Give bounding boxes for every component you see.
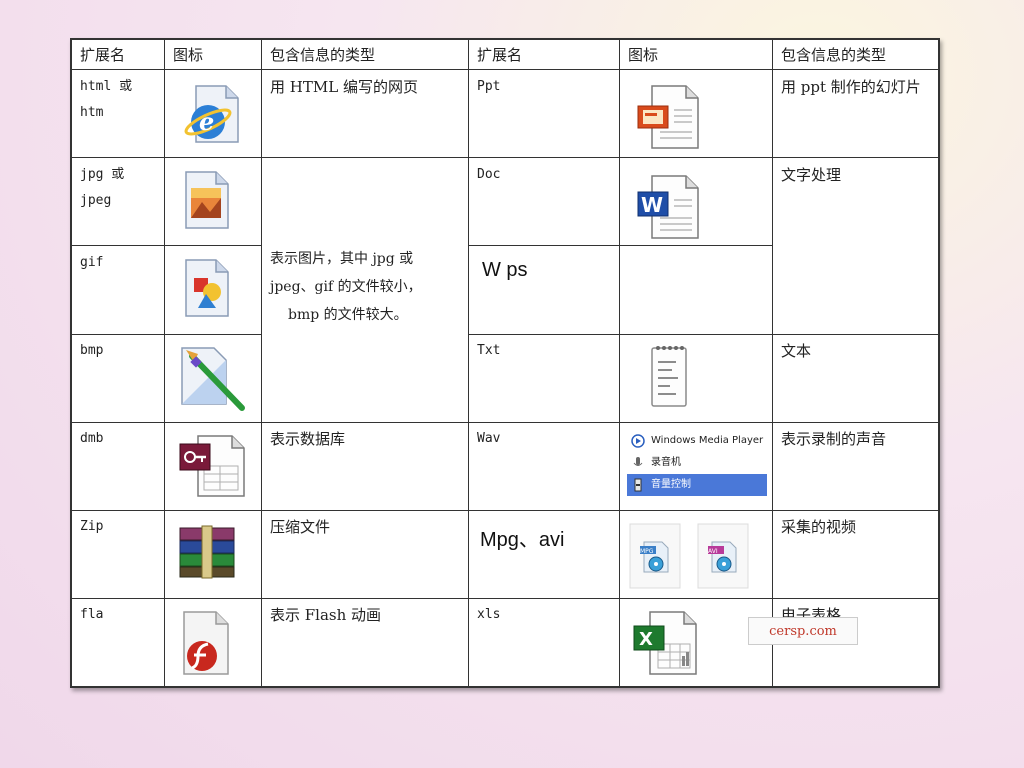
header-icon: 图标 <box>173 46 204 64</box>
header-info-type: 包含信息的类型 <box>270 46 376 64</box>
grid-line <box>938 38 940 688</box>
info-image-line: 表示图片，其中 jpg 或 <box>270 251 414 267</box>
ext-mpg-avi: Mpg、avi <box>470 520 618 560</box>
avi-file-icon <box>697 523 749 589</box>
info-image-formats: 表示图片，其中 jpg 或 jpeg、gif 的文件较小， bmp 的文件较大。 <box>262 243 468 343</box>
ext-wps: W ps <box>470 250 618 290</box>
microphone-icon <box>633 457 643 466</box>
grid-line <box>70 598 940 599</box>
info-wav: 表示录制的声音 <box>781 430 887 448</box>
grid-line <box>70 245 261 246</box>
header-extension-2: 扩展名 <box>477 46 523 64</box>
ie-html-file-icon: e <box>182 82 242 150</box>
grid-line <box>70 157 940 158</box>
grid-line <box>70 422 940 423</box>
menu-item-wmp: Windows Media Player <box>627 430 767 452</box>
header-icon-2: 图标 <box>628 46 659 64</box>
ext-zip: Zip <box>80 519 104 534</box>
ext-xls: xls <box>477 607 501 622</box>
notepad-text-file-icon <box>648 340 692 414</box>
menu-item-recorder: 录音机 <box>627 452 767 474</box>
file-extension-table: 扩展名 图标 包含信息的类型 扩展名 图标 包含信息的类型 html 或 htm… <box>70 38 940 688</box>
winrar-archive-icon <box>176 524 240 584</box>
info-dmb: 表示数据库 <box>270 430 346 448</box>
menu-item-volume: 音量控制 <box>627 474 767 496</box>
excel-file-icon: X <box>630 608 702 684</box>
ext-ppt: Ppt <box>477 79 501 94</box>
svg-text:e: e <box>199 107 214 136</box>
ext-doc: Doc <box>477 167 501 182</box>
info-zip: 压缩文件 <box>270 518 331 536</box>
menu-item-label: 音量控制 <box>651 479 691 490</box>
word-file-icon: W <box>632 170 702 246</box>
info-fla: 表示 Flash 动画 <box>270 606 382 624</box>
menu-item-label: Windows Media Player <box>651 435 764 446</box>
info-txt: 文本 <box>781 342 812 360</box>
grid-line <box>70 510 940 511</box>
menu-item-label: 录音机 <box>651 457 681 468</box>
ext-txt: Txt <box>477 343 501 358</box>
svg-text:W: W <box>641 193 663 217</box>
ext-fla: fla <box>80 607 104 622</box>
gif-image-file-icon <box>182 256 232 324</box>
mpg-label: MPG <box>640 548 654 555</box>
grid-line <box>468 334 940 335</box>
jpeg-image-file-icon <box>182 168 232 236</box>
mpg-file-icon <box>629 523 681 589</box>
ext-bmp: bmp <box>80 343 104 358</box>
header-extension: 扩展名 <box>80 46 126 64</box>
info-image-line: jpeg、gif 的文件较小， <box>270 279 422 295</box>
bmp-paint-file-icon <box>176 342 252 418</box>
grid-line <box>70 69 940 70</box>
header-info-type-2: 包含信息的类型 <box>781 46 887 64</box>
avi-label: AVI <box>708 548 718 555</box>
info-video: 采集的视频 <box>781 518 857 536</box>
ext-gif: gif <box>80 255 104 270</box>
ext-wav: Wav <box>477 431 501 446</box>
media-player-icon <box>631 434 645 448</box>
source-watermark: cersp.com <box>748 617 858 645</box>
ext-html: html 或 htm <box>80 79 133 120</box>
access-database-file-icon <box>174 430 250 506</box>
flash-file-icon <box>178 608 234 684</box>
powerpoint-file-icon <box>632 80 702 156</box>
grid-line <box>70 334 261 335</box>
grid-line <box>619 38 620 688</box>
grid-line <box>70 686 940 688</box>
grid-line <box>164 38 165 688</box>
svg-text:X: X <box>639 629 653 650</box>
wav-program-menu: Windows Media Player 录音机 音量控制 <box>627 430 767 506</box>
video-file-icons: MPG AVI <box>626 522 766 596</box>
ext-dmb: dmb <box>80 431 104 446</box>
grid-line <box>468 245 772 246</box>
ext-jpg: jpg 或 jpeg <box>80 167 125 208</box>
info-doc: 文字处理 <box>781 166 842 184</box>
info-image-line: bmp 的文件较大。 <box>288 307 408 323</box>
info-ppt: 用 ppt 制作的幻灯片 <box>781 78 921 96</box>
volume-control-icon <box>634 478 642 492</box>
info-html: 用 HTML 编写的网页 <box>270 78 418 96</box>
